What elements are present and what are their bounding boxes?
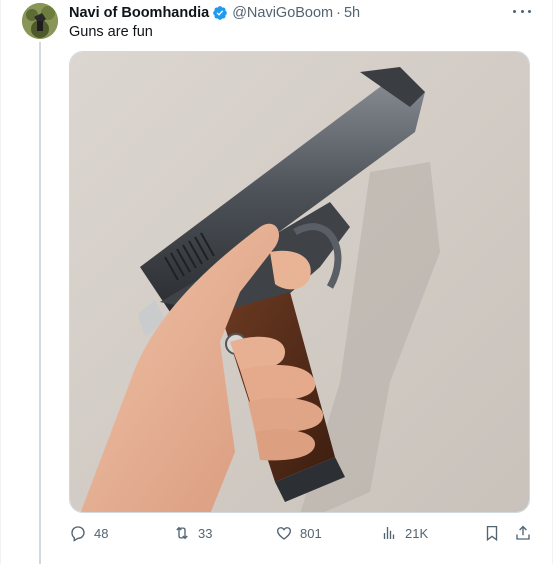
reply-count: 48	[94, 525, 109, 541]
share-button[interactable]	[514, 524, 532, 542]
reply-button[interactable]: 48	[69, 524, 108, 542]
author-name[interactable]: Navi of Boomhandia	[69, 5, 209, 21]
bookmark-icon	[486, 525, 498, 542]
timeline-border-left	[0, 0, 1, 564]
separator-dot: ·	[336, 5, 341, 21]
reply-icon	[71, 526, 85, 542]
avatar[interactable]	[22, 3, 58, 39]
timestamp[interactable]: 5h	[344, 5, 360, 21]
views-count: 21K	[405, 525, 429, 541]
tweet[interactable]: Navi of Boomhandia @NaviGoBoom · 5h Guns…	[0, 0, 553, 564]
heart-icon	[276, 527, 292, 540]
retweet-button[interactable]: 33	[173, 524, 212, 542]
tweet-text: Guns are fun	[69, 24, 153, 40]
like-count: 801	[300, 525, 322, 541]
more-options-icon[interactable]	[513, 4, 531, 18]
verified-badge-icon	[212, 5, 228, 21]
tweet-media[interactable]	[69, 51, 530, 513]
pistol-photo	[70, 52, 529, 512]
tweet-header: Navi of Boomhandia @NaviGoBoom · 5h	[69, 3, 533, 23]
views-button[interactable]: 21K	[380, 524, 428, 542]
share-icon	[516, 525, 530, 540]
like-button[interactable]: 801	[275, 524, 322, 542]
tweet-actions: 48 33 801 21K	[69, 523, 532, 543]
bookmark-button[interactable]	[483, 524, 501, 542]
thread-line	[39, 42, 41, 564]
retweet-icon	[176, 526, 188, 540]
retweet-count: 33	[198, 525, 213, 541]
analytics-icon	[383, 527, 395, 539]
author-handle[interactable]: @NaviGoBoom	[232, 5, 333, 21]
